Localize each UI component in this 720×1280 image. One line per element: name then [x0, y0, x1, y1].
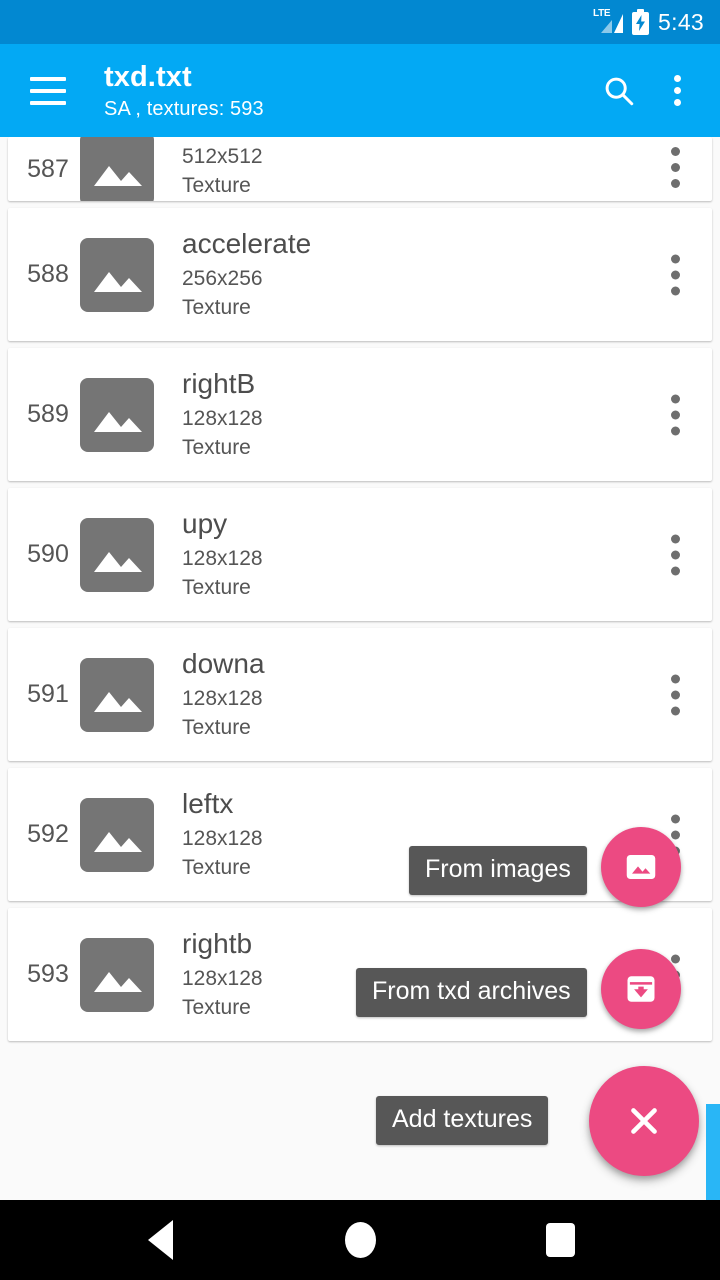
row-overflow-button[interactable]	[671, 534, 680, 575]
row-overflow-button[interactable]	[671, 394, 680, 435]
search-icon	[605, 77, 634, 105]
texture-thumbnail-icon	[80, 657, 154, 732]
row-index: 592	[27, 820, 69, 848]
row-index: 589	[27, 400, 69, 428]
row-meta: leftx 128x128 Texture	[182, 787, 263, 882]
from-txd-archives-fab[interactable]	[601, 949, 681, 1029]
add-textures-fab[interactable]	[589, 1066, 699, 1176]
app-bar-actions	[590, 62, 720, 120]
app-screen: LTE 5:43 txd.txt SA , textures: 593 587 …	[0, 0, 720, 1280]
nav-home-button[interactable]	[260, 1222, 460, 1258]
page-title: txd.txt	[104, 60, 192, 93]
row-meta: upy 128x128 Texture	[182, 507, 263, 602]
texture-thumbnail-icon	[80, 517, 154, 592]
row-meta: 512x512 Texture	[182, 139, 263, 200]
app-bar: txd.txt SA , textures: 593	[0, 44, 720, 137]
image-icon	[626, 855, 656, 879]
row-type: Texture	[182, 173, 251, 197]
row-name: upy	[182, 508, 228, 539]
row-meta: accelerate 256x256 Texture	[182, 227, 311, 322]
status-bar-clock: 5:43	[658, 8, 704, 35]
row-dimensions: 128x128	[182, 967, 263, 990]
row-type: Texture	[182, 296, 251, 319]
table-row[interactable]: 590 upy 128x128 Texture	[8, 488, 712, 621]
status-bar-icons: LTE 5:43	[593, 9, 704, 36]
add-textures-label[interactable]: Add textures	[376, 1096, 549, 1145]
triangle-back-icon	[147, 1220, 173, 1260]
status-bar: LTE 5:43	[0, 0, 720, 44]
row-name: leftx	[182, 788, 234, 819]
scroll-indicator[interactable]	[706, 1104, 720, 1202]
texture-thumbnail-icon	[80, 137, 154, 201]
from-images-fab[interactable]	[601, 827, 681, 907]
row-type: Texture	[182, 856, 251, 879]
from-images-label[interactable]: From images	[409, 846, 587, 895]
row-index: 591	[27, 680, 69, 708]
row-meta: rightB 128x128 Texture	[182, 367, 263, 462]
overflow-menu-button[interactable]	[648, 62, 706, 120]
texture-thumbnail-icon	[80, 377, 154, 452]
row-type: Texture	[182, 436, 251, 459]
row-name: downa	[182, 648, 265, 679]
row-name: rightB	[182, 368, 256, 399]
app-bar-titles: txd.txt SA , textures: 593	[104, 60, 590, 122]
close-icon	[631, 1108, 657, 1134]
search-button[interactable]	[590, 62, 648, 120]
texture-thumbnail-icon	[80, 937, 154, 1012]
table-row[interactable]: 587 512x512 Texture	[8, 137, 712, 201]
row-dimensions: 256x256	[182, 267, 263, 290]
texture-thumbnail-icon	[80, 237, 154, 312]
table-row[interactable]: 591 downa 128x128 Texture	[8, 628, 712, 761]
nav-back-button[interactable]	[60, 1220, 260, 1260]
square-recents-icon	[545, 1223, 575, 1257]
battery-charging-icon	[632, 9, 650, 35]
row-name: accelerate	[182, 228, 312, 259]
bolt-glyph-icon	[636, 15, 646, 31]
row-index: 593	[27, 960, 69, 988]
more-vert-icon	[673, 75, 681, 106]
row-meta: downa 128x128 Texture	[182, 647, 265, 742]
row-dimensions: 128x128	[182, 827, 263, 850]
circle-home-icon	[344, 1222, 376, 1258]
texture-thumbnail-icon	[80, 797, 154, 872]
page-subtitle: SA , textures: 593	[104, 97, 264, 120]
row-type: Texture	[182, 716, 251, 739]
system-navigation-bar	[0, 1200, 720, 1280]
row-dimensions: 128x128	[182, 687, 263, 710]
row-name: rightb	[182, 928, 253, 959]
row-dimensions: 128x128	[182, 407, 263, 430]
table-row[interactable]: 589 rightB 128x128 Texture	[8, 348, 712, 481]
signal-bars-icon	[601, 14, 624, 33]
archive-download-icon	[627, 976, 655, 1002]
row-type: Texture	[182, 576, 251, 599]
row-meta: rightb 128x128 Texture	[182, 927, 263, 1022]
texture-list[interactable]: 587 512x512 Texture 588 accelerate 256x2…	[0, 137, 720, 1050]
row-type: Texture	[182, 996, 251, 1019]
table-row[interactable]: 588 accelerate 256x256 Texture	[8, 208, 712, 341]
row-dimensions: 512x512	[182, 144, 263, 168]
row-index: 590	[27, 540, 69, 568]
row-overflow-button[interactable]	[671, 674, 680, 715]
row-overflow-button[interactable]	[671, 254, 680, 295]
row-index: 587	[27, 154, 69, 183]
signal-lte-icon: LTE	[593, 9, 624, 35]
from-txd-archives-label[interactable]: From txd archives	[356, 968, 587, 1017]
row-dimensions: 128x128	[182, 547, 263, 570]
row-overflow-button[interactable]	[671, 147, 680, 188]
nav-recents-button[interactable]	[460, 1223, 660, 1257]
hamburger-menu-icon[interactable]	[30, 76, 66, 105]
row-index: 588	[27, 260, 69, 288]
